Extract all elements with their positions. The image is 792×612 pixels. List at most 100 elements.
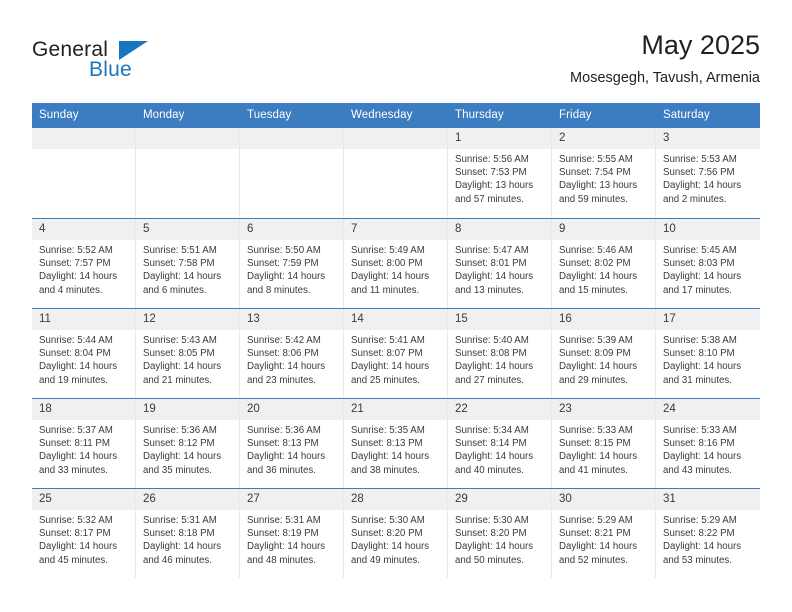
- sunrise-time: Sunrise: 5:45 AM: [663, 245, 737, 256]
- daylight-duration-line2: and 52 minutes.: [559, 554, 628, 566]
- calendar-day-cell[interactable]: 18 Sunrise: 5:37 AM Sunset: 8:11 PM Dayligh…: [32, 399, 136, 488]
- calendar-day-cell[interactable]: 4 Sunrise: 5:52 AM Sunset: 7:57 PM Daylight…: [32, 219, 136, 308]
- calendar-day-cell[interactable]: 26 Sunrise: 5:31 AM Sunset: 8:18 PM Dayligh…: [136, 489, 240, 578]
- calendar-day-cell[interactable]: 23 Sunrise: 5:33 AM Sunset: 8:15 PM Dayligh…: [552, 399, 656, 488]
- sunrise-time: Sunrise: 5:41 AM: [351, 335, 425, 346]
- calendar-day-cell[interactable]: 12 Sunrise: 5:43 AM Sunset: 8:05 PM Dayligh…: [136, 309, 240, 398]
- day-number: 17: [656, 309, 760, 330]
- sunrise-time: Sunrise: 5:42 AM: [247, 335, 321, 346]
- calendar-weeks: 1 Sunrise: 5:56 AM Sunset: 7:53 PM Daylight…: [32, 128, 760, 578]
- sunrise-time: Sunrise: 5:49 AM: [351, 245, 425, 256]
- day-number: 29: [448, 489, 551, 510]
- page-header: General Blue May 2025 Mosesgegh, Tavush,…: [0, 0, 792, 103]
- daylight-duration-line2: and 27 minutes.: [455, 374, 524, 386]
- logo-text-blue: Blue: [89, 58, 132, 81]
- sunset-time: Sunset: 7:59 PM: [247, 258, 319, 270]
- daylight-duration-line2: and 29 minutes.: [559, 374, 628, 386]
- calendar-day-cell[interactable]: 2 Sunrise: 5:55 AM Sunset: 7:54 PM Daylight…: [552, 128, 656, 218]
- sunrise-time: Sunrise: 5:32 AM: [39, 515, 113, 526]
- day-number: 12: [136, 309, 239, 330]
- day-sun-info: Sunrise: 5:32 AM Sunset: 8:17 PM Daylight:…: [32, 510, 135, 567]
- calendar-day-cell[interactable]: 15 Sunrise: 5:40 AM Sunset: 8:08 PM Dayligh…: [448, 309, 552, 398]
- day-number: 10: [656, 219, 760, 240]
- calendar-day-cell[interactable]: 5 Sunrise: 5:51 AM Sunset: 7:58 PM Daylight…: [136, 219, 240, 308]
- day-number: 22: [448, 399, 551, 420]
- sunset-time: Sunset: 8:22 PM: [663, 528, 735, 540]
- daylight-duration-line1: Daylight: 14 hours: [663, 180, 742, 192]
- daylight-duration-line1: Daylight: 14 hours: [247, 541, 326, 553]
- calendar-week-row: 4 Sunrise: 5:52 AM Sunset: 7:57 PM Daylight…: [32, 218, 760, 308]
- sunset-time: Sunset: 8:14 PM: [455, 438, 527, 450]
- calendar-day-cell[interactable]: 28 Sunrise: 5:30 AM Sunset: 8:20 PM Dayligh…: [344, 489, 448, 578]
- calendar-day-cell[interactable]: 30 Sunrise: 5:29 AM Sunset: 8:21 PM Dayligh…: [552, 489, 656, 578]
- calendar-day-cell[interactable]: 24 Sunrise: 5:33 AM Sunset: 8:16 PM Dayligh…: [656, 399, 760, 488]
- calendar-day-cell[interactable]: 22 Sunrise: 5:34 AM Sunset: 8:14 PM Dayligh…: [448, 399, 552, 488]
- sunset-time: Sunset: 7:53 PM: [455, 167, 527, 179]
- day-number: 30: [552, 489, 655, 510]
- day-number: 14: [344, 309, 447, 330]
- day-number: 5: [136, 219, 239, 240]
- daylight-duration-line2: and 23 minutes.: [247, 374, 316, 386]
- calendar-week-row: 1 Sunrise: 5:56 AM Sunset: 7:53 PM Daylight…: [32, 128, 760, 218]
- page-title: May 2025: [641, 30, 760, 60]
- sunset-time: Sunset: 8:20 PM: [351, 528, 423, 540]
- calendar-day-cell[interactable]: 16 Sunrise: 5:39 AM Sunset: 8:09 PM Dayligh…: [552, 309, 656, 398]
- sunset-time: Sunset: 8:12 PM: [143, 438, 215, 450]
- sunset-time: Sunset: 7:54 PM: [559, 167, 631, 179]
- calendar-day-cell[interactable]: 8 Sunrise: 5:47 AM Sunset: 8:01 PM Daylight…: [448, 219, 552, 308]
- sunset-time: Sunset: 8:18 PM: [143, 528, 215, 540]
- day-sun-info: Sunrise: 5:42 AM Sunset: 8:06 PM Daylight:…: [240, 330, 343, 387]
- daylight-duration-line2: and 4 minutes.: [39, 284, 103, 296]
- calendar-day-cell[interactable]: 21 Sunrise: 5:35 AM Sunset: 8:13 PM Dayligh…: [344, 399, 448, 488]
- day-number: 27: [240, 489, 343, 510]
- sunrise-time: Sunrise: 5:51 AM: [143, 245, 217, 256]
- day-sun-info: Sunrise: 5:30 AM Sunset: 8:20 PM Daylight:…: [344, 510, 447, 567]
- weekday-header-row: Sunday Monday Tuesday Wednesday Thursday…: [32, 103, 760, 128]
- daylight-duration-line2: and 8 minutes.: [247, 284, 311, 296]
- sunrise-time: Sunrise: 5:34 AM: [455, 425, 529, 436]
- general-blue-logo[interactable]: General Blue: [32, 38, 212, 86]
- sunset-time: Sunset: 7:58 PM: [143, 258, 215, 270]
- sunset-time: Sunset: 8:09 PM: [559, 348, 631, 360]
- weekday-wednesday: Wednesday: [351, 109, 413, 121]
- calendar-day-cell[interactable]: 25 Sunrise: 5:32 AM Sunset: 8:17 PM Dayligh…: [32, 489, 136, 578]
- sunset-time: Sunset: 8:03 PM: [663, 258, 735, 270]
- sunrise-time: Sunrise: 5:44 AM: [39, 335, 113, 346]
- calendar-day-cell[interactable]: 31 Sunrise: 5:29 AM Sunset: 8:22 PM Dayligh…: [656, 489, 760, 578]
- calendar-day-cell[interactable]: 1 Sunrise: 5:56 AM Sunset: 7:53 PM Daylight…: [448, 128, 552, 218]
- calendar-day-cell[interactable]: 7 Sunrise: 5:49 AM Sunset: 8:00 PM Daylight…: [344, 219, 448, 308]
- calendar-day-cell[interactable]: 10 Sunrise: 5:45 AM Sunset: 8:03 PM Dayligh…: [656, 219, 760, 308]
- sunset-time: Sunset: 8:19 PM: [247, 528, 319, 540]
- sunset-time: Sunset: 8:21 PM: [559, 528, 631, 540]
- daylight-duration-line2: and 46 minutes.: [143, 554, 212, 566]
- day-number: 3: [656, 128, 760, 149]
- sunrise-time: Sunrise: 5:55 AM: [559, 154, 633, 165]
- calendar-day-cell[interactable]: 20 Sunrise: 5:36 AM Sunset: 8:13 PM Dayligh…: [240, 399, 344, 488]
- calendar-day-cell[interactable]: 3 Sunrise: 5:53 AM Sunset: 7:56 PM Daylight…: [656, 128, 760, 218]
- daylight-duration-line1: Daylight: 14 hours: [663, 361, 742, 373]
- daylight-duration-line2: and 36 minutes.: [247, 464, 316, 476]
- day-sun-info: Sunrise: 5:46 AM Sunset: 8:02 PM Daylight:…: [552, 240, 655, 297]
- calendar-day-cell[interactable]: 9 Sunrise: 5:46 AM Sunset: 8:02 PM Daylight…: [552, 219, 656, 308]
- calendar-day-cell[interactable]: 6 Sunrise: 5:50 AM Sunset: 7:59 PM Daylight…: [240, 219, 344, 308]
- calendar-day-cell[interactable]: 14 Sunrise: 5:41 AM Sunset: 8:07 PM Dayligh…: [344, 309, 448, 398]
- calendar-day-cell[interactable]: 19 Sunrise: 5:36 AM Sunset: 8:12 PM Dayligh…: [136, 399, 240, 488]
- calendar-day-cell[interactable]: 13 Sunrise: 5:42 AM Sunset: 8:06 PM Dayligh…: [240, 309, 344, 398]
- daylight-duration-line2: and 53 minutes.: [663, 554, 732, 566]
- day-number: 20: [240, 399, 343, 420]
- calendar-day-cell[interactable]: 29 Sunrise: 5:30 AM Sunset: 8:20 PM Dayligh…: [448, 489, 552, 578]
- calendar-day-cell[interactable]: 11 Sunrise: 5:44 AM Sunset: 8:04 PM Dayligh…: [32, 309, 136, 398]
- sunset-time: Sunset: 8:01 PM: [455, 258, 527, 270]
- day-number: 15: [448, 309, 551, 330]
- weekday-thursday: Thursday: [455, 109, 504, 121]
- calendar-day-cell[interactable]: 27 Sunrise: 5:31 AM Sunset: 8:19 PM Dayligh…: [240, 489, 344, 578]
- daylight-duration-line2: and 43 minutes.: [663, 464, 732, 476]
- day-number: [240, 128, 343, 149]
- sunset-time: Sunset: 8:13 PM: [247, 438, 319, 450]
- sunrise-time: Sunrise: 5:31 AM: [247, 515, 321, 526]
- day-sun-info: Sunrise: 5:31 AM Sunset: 8:18 PM Daylight:…: [136, 510, 239, 567]
- sunrise-time: Sunrise: 5:31 AM: [143, 515, 217, 526]
- day-number: 1: [448, 128, 551, 149]
- calendar-day-cell[interactable]: 17 Sunrise: 5:38 AM Sunset: 8:10 PM Dayligh…: [656, 309, 760, 398]
- daylight-duration-line2: and 21 minutes.: [143, 374, 212, 386]
